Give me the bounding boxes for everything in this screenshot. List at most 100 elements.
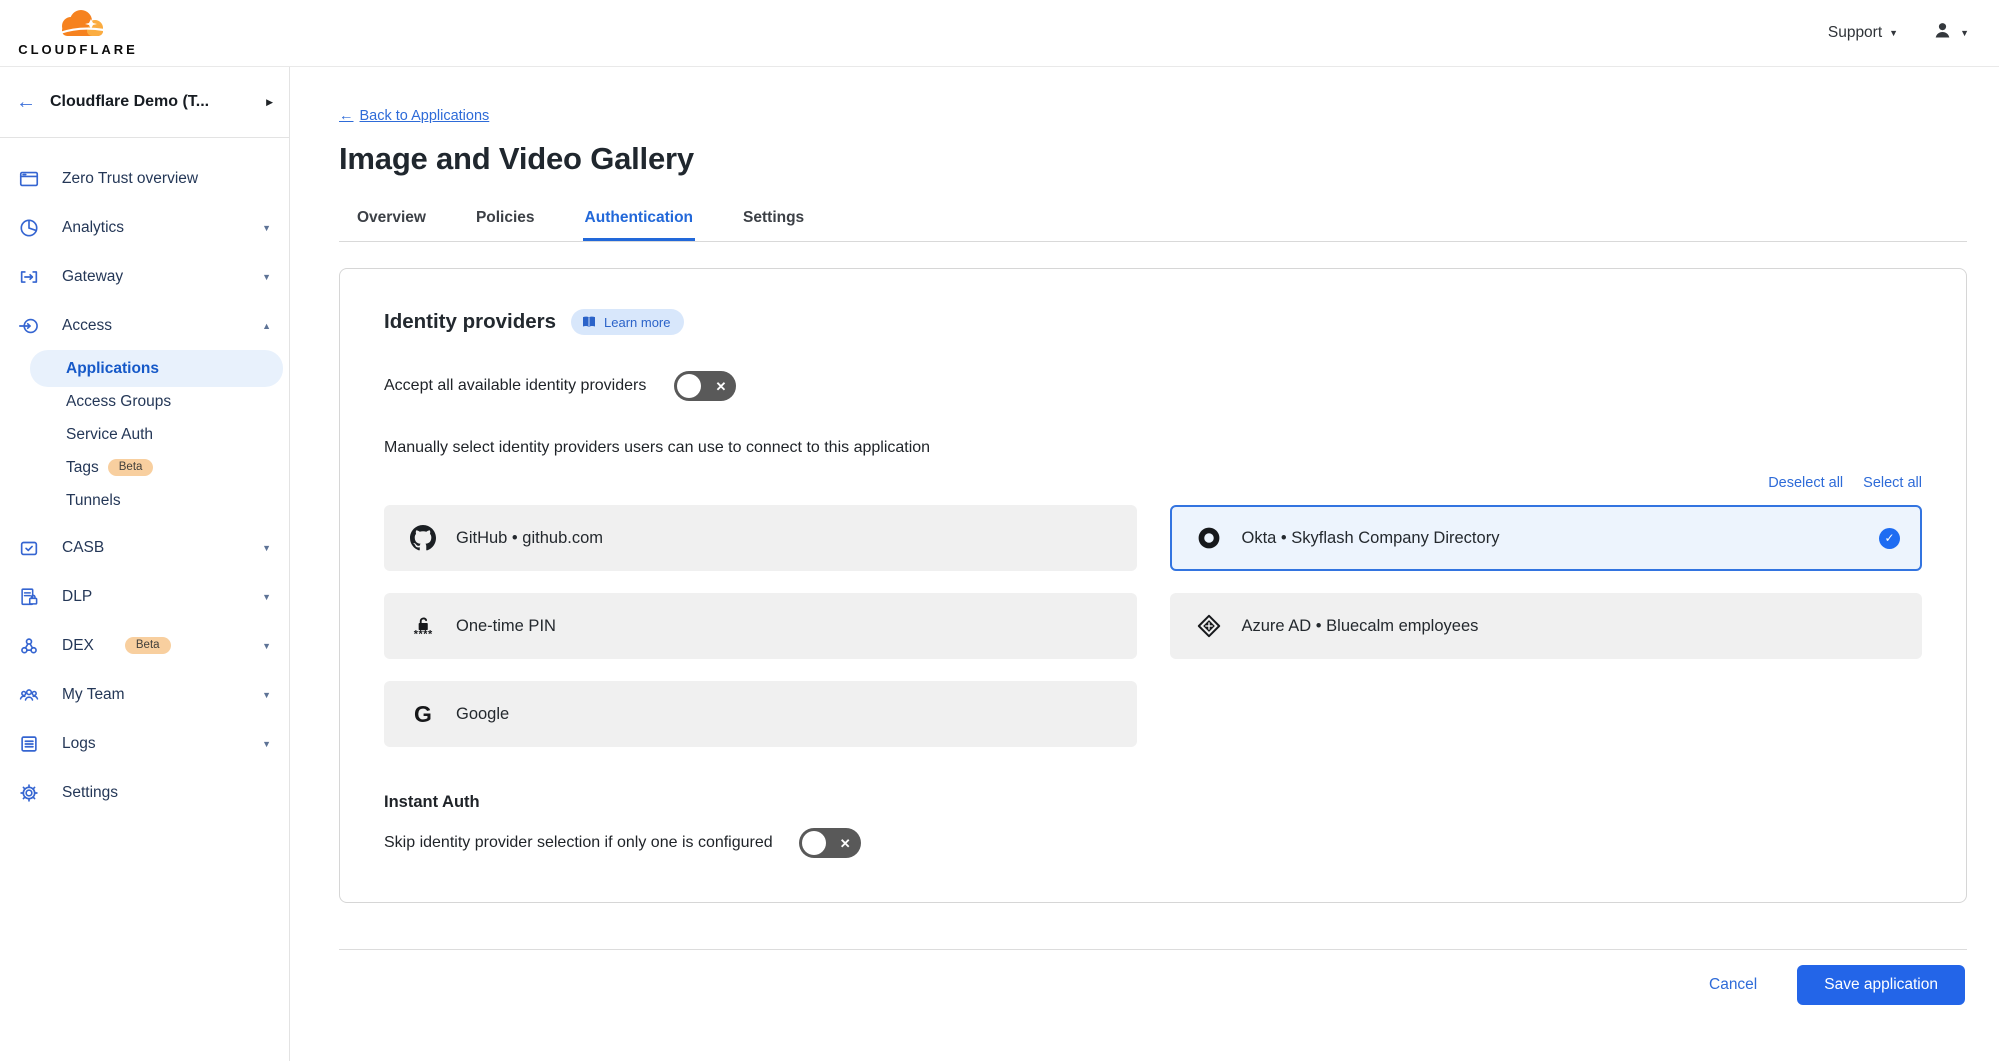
toggle-off-x-icon: ✕ [715, 380, 726, 393]
sidebar-item-label: Access Groups [66, 393, 171, 411]
chevron-down-icon: ▼ [262, 543, 271, 553]
user-menu[interactable]: ▼ [1932, 20, 1969, 46]
sidebar-item-zero-trust-overview[interactable]: Zero Trust overview [0, 154, 289, 203]
support-label: Support [1828, 24, 1882, 42]
chevron-down-icon: ▼ [262, 641, 271, 651]
tab-policies[interactable]: Policies [474, 201, 537, 241]
casb-icon [18, 537, 40, 559]
footer-actions: Cancel Save application [339, 950, 1967, 1005]
zero-trust-overview-icon [18, 168, 40, 190]
provider-tile-okta[interactable]: Okta • Skyflash Company Directory ✓ [1170, 505, 1923, 571]
sidebar-item-label: Settings [62, 784, 118, 802]
provider-name: Google [456, 705, 509, 724]
sidebar-item-label: Applications [66, 360, 159, 378]
main-content: ← Back to Applications Image and Video G… [291, 67, 1999, 1061]
provider-tile-azure-ad[interactable]: Azure AD • Bluecalm employees [1170, 593, 1923, 659]
save-application-button[interactable]: Save application [1797, 965, 1965, 1005]
svg-text:****: **** [414, 628, 433, 639]
google-icon: G [410, 701, 436, 727]
sidebar-item-label: My Team [62, 686, 125, 704]
sidebar-item-tags[interactable]: Tags Beta [30, 451, 283, 484]
access-submenu: Applications Access Groups Service Auth … [0, 350, 289, 523]
accept-all-toggle[interactable]: ✕ [674, 371, 736, 401]
back-arrow-icon: ← [339, 108, 354, 124]
sidebar-item-applications[interactable]: Applications [30, 350, 283, 387]
tab-bar: Overview Policies Authentication Setting… [339, 201, 1967, 242]
sidebar-item-logs[interactable]: Logs ▼ [0, 719, 289, 768]
gear-icon [18, 782, 40, 804]
selected-check-icon: ✓ [1879, 528, 1900, 549]
dex-icon [18, 635, 40, 657]
azure-ad-icon [1196, 613, 1222, 639]
chevron-down-icon: ▼ [1960, 28, 1969, 38]
gateway-icon [18, 266, 40, 288]
book-icon [581, 314, 597, 330]
one-time-pin-icon: **** [410, 613, 436, 639]
back-to-applications-link[interactable]: ← Back to Applications [339, 108, 489, 124]
sidebar-item-analytics[interactable]: Analytics ▼ [0, 203, 289, 252]
sidebar-item-dex[interactable]: DEX Beta ▼ [0, 621, 289, 670]
select-all-link[interactable]: Select all [1863, 475, 1922, 491]
chevron-down-icon: ▼ [262, 690, 271, 700]
provider-name: GitHub • github.com [456, 529, 603, 548]
beta-badge: Beta [125, 637, 171, 655]
provider-name: Azure AD • Bluecalm employees [1242, 617, 1479, 636]
sidebar-item-tunnels[interactable]: Tunnels [30, 484, 283, 517]
cloudflare-cloud-icon [47, 9, 109, 44]
chevron-down-icon: ▼ [262, 739, 271, 749]
sidebar-item-service-auth[interactable]: Service Auth [30, 418, 283, 451]
sidebar-item-access-groups[interactable]: Access Groups [30, 385, 283, 418]
sidebar-item-label: Service Auth [66, 426, 153, 444]
chevron-up-icon: ▲ [262, 321, 271, 331]
sidebar-nav: Zero Trust overview Analytics ▼ [0, 138, 289, 817]
sidebar-item-label: DEX [62, 637, 94, 655]
learn-more-label: Learn more [604, 315, 670, 330]
my-team-icon [18, 684, 40, 706]
page-title: Image and Video Gallery [339, 141, 1967, 177]
chevron-down-icon: ▼ [262, 592, 271, 602]
github-icon [410, 525, 436, 551]
cloudflare-logo[interactable]: CLOUDFLARE [14, 9, 142, 57]
provider-tile-google[interactable]: G Google [384, 681, 1137, 747]
provider-tile-github[interactable]: GitHub • github.com [384, 505, 1137, 571]
chevron-down-icon: ▼ [262, 223, 271, 233]
chevron-right-icon[interactable]: ▶ [266, 97, 273, 108]
chevron-down-icon: ▼ [1889, 28, 1898, 38]
beta-badge: Beta [108, 459, 154, 477]
back-arrow-icon[interactable]: ← [16, 92, 36, 112]
sidebar-item-label: Analytics [62, 219, 124, 237]
cancel-button[interactable]: Cancel [1709, 976, 1757, 994]
sidebar-item-label: Zero Trust overview [62, 170, 198, 188]
sidebar-item-label: Tags [66, 459, 99, 477]
cloudflare-logo-text: CLOUDFLARE [18, 42, 138, 57]
provider-tile-one-time-pin[interactable]: **** One-time PIN [384, 593, 1137, 659]
dlp-icon [18, 586, 40, 608]
manual-select-text: Manually select identity providers users… [384, 439, 1922, 457]
sidebar-item-label: Access [62, 317, 112, 335]
sidebar-item-access[interactable]: Access ▲ [0, 301, 289, 350]
learn-more-link[interactable]: Learn more [571, 309, 683, 335]
accept-all-label: Accept all available identity providers [384, 377, 646, 395]
toggle-off-x-icon: ✕ [840, 837, 851, 850]
sidebar-item-settings[interactable]: Settings [0, 768, 289, 817]
sidebar-item-my-team[interactable]: My Team ▼ [0, 670, 289, 719]
tab-settings[interactable]: Settings [741, 201, 806, 241]
user-avatar-icon [1932, 20, 1953, 46]
tab-overview[interactable]: Overview [355, 201, 428, 241]
provider-name: Okta • Skyflash Company Directory [1242, 529, 1500, 548]
tab-authentication[interactable]: Authentication [583, 201, 696, 241]
sidebar-item-label: Tunnels [66, 492, 121, 510]
okta-icon [1196, 525, 1222, 551]
chevron-down-icon: ▼ [262, 272, 271, 282]
deselect-all-link[interactable]: Deselect all [1768, 475, 1843, 491]
account-name[interactable]: Cloudflare Demo (T... [50, 93, 252, 111]
provider-name: One-time PIN [456, 617, 556, 636]
support-menu[interactable]: Support ▼ [1828, 24, 1898, 42]
toggle-knob [802, 831, 826, 855]
identity-providers-heading: Identity providers [384, 310, 556, 334]
sidebar-item-casb[interactable]: CASB ▼ [0, 523, 289, 572]
toggle-knob [677, 374, 701, 398]
sidebar-item-gateway[interactable]: Gateway ▼ [0, 252, 289, 301]
sidebar-item-dlp[interactable]: DLP ▼ [0, 572, 289, 621]
instant-auth-toggle[interactable]: ✕ [799, 828, 861, 858]
